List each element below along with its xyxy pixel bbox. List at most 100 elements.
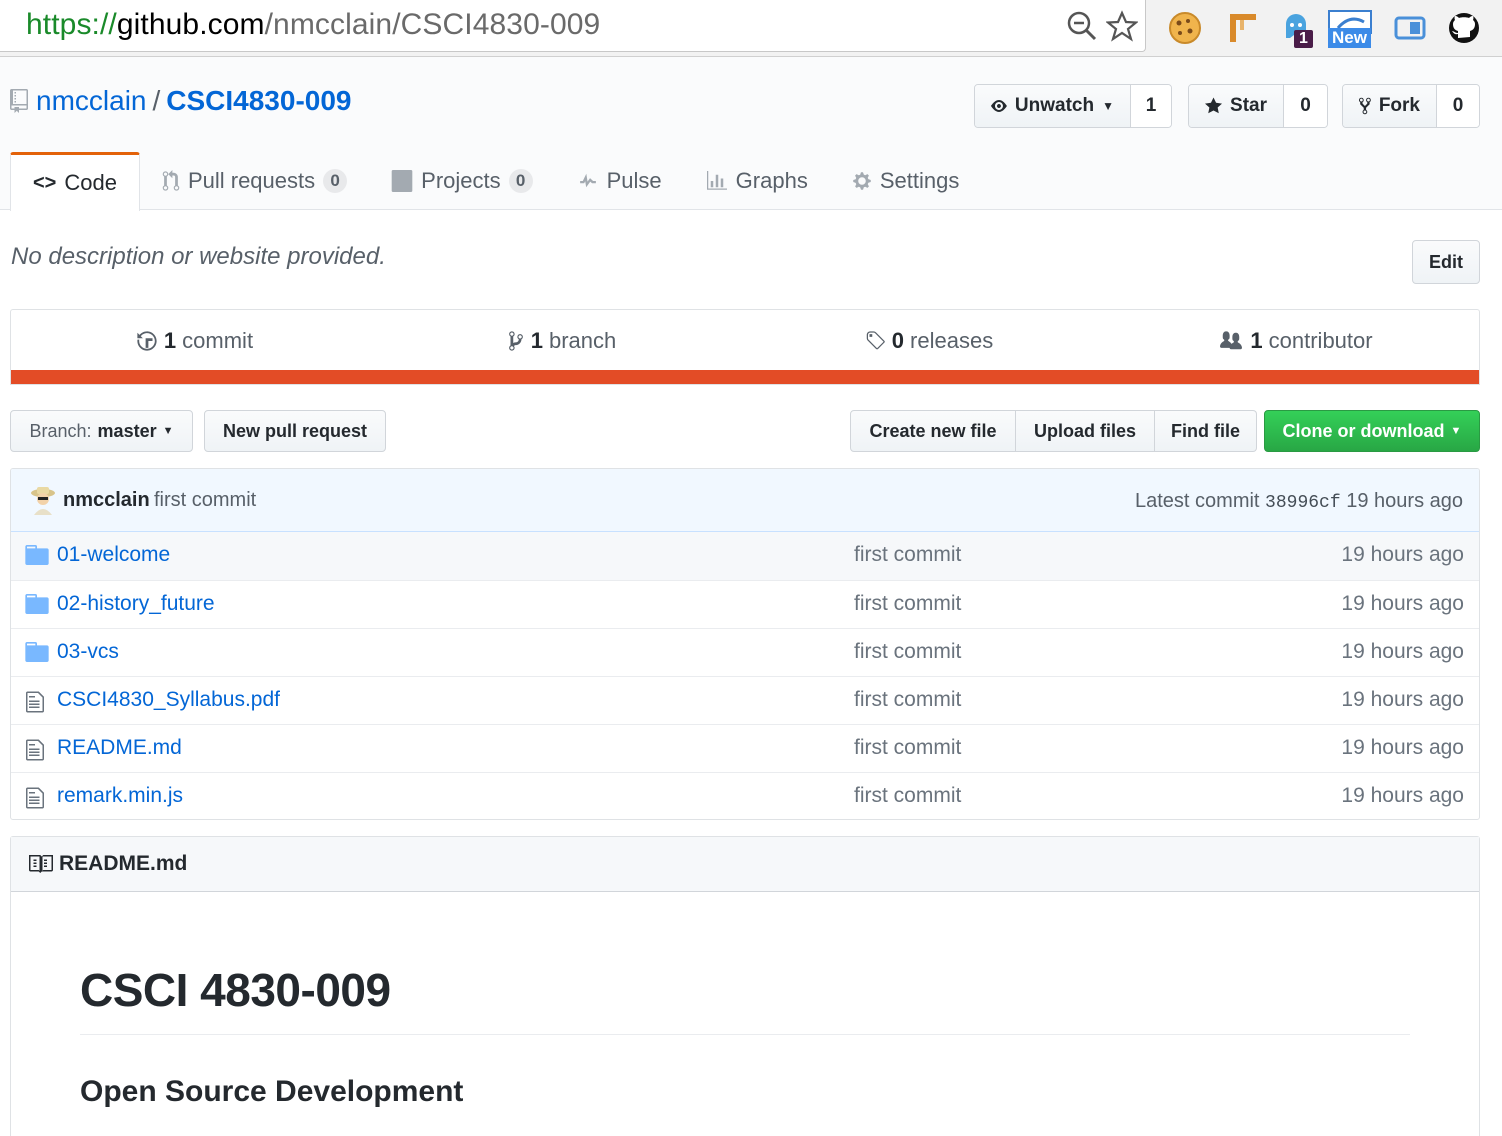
fork-group: Fork 0 <box>1342 84 1480 128</box>
file-commit-message[interactable]: first commit <box>854 543 961 567</box>
screen-extension-icon[interactable] <box>1390 8 1430 48</box>
find-file-button[interactable]: Find file <box>1155 410 1257 452</box>
upload-files-button[interactable]: Upload files <box>1016 410 1155 452</box>
tab-projects[interactable]: Projects 0 <box>369 152 554 210</box>
edit-description-button[interactable]: Edit <box>1412 240 1480 284</box>
clone-or-download-button[interactable]: Clone or download ▼ <box>1264 410 1480 452</box>
new-pull-request-button[interactable]: New pull request <box>204 410 386 452</box>
tab-pull-requests[interactable]: Pull requests 0 <box>140 152 369 210</box>
pull-requests-counter: 0 <box>323 169 348 193</box>
repo-icon <box>10 89 28 113</box>
pulse-icon <box>579 173 596 188</box>
file-commit-message[interactable]: first commit <box>854 640 961 664</box>
watchers-count[interactable]: 1 <box>1131 85 1171 127</box>
address-bar[interactable]: https://github.com/nmcclain/CSCI4830-009 <box>0 0 1146 52</box>
cookie-extension-icon[interactable] <box>1165 8 1205 48</box>
branch-name: master <box>97 420 157 441</box>
tag-icon <box>866 330 885 349</box>
table-row[interactable]: 02-history_future first commit 19 hours ag… <box>11 580 1479 628</box>
new-extension-icon[interactable]: New <box>1328 8 1378 48</box>
url-path: /nmcclain/CSCI4830-009 <box>264 8 601 41</box>
fork-button[interactable]: Fork <box>1343 85 1437 127</box>
file-icon <box>25 786 45 816</box>
url-host: github.com <box>116 8 265 41</box>
star-button[interactable]: Star <box>1189 85 1284 127</box>
projects-counter: 0 <box>508 169 533 193</box>
table-row[interactable]: remark.min.js first commit 19 hours ago <box>11 772 1479 819</box>
tab-code[interactable]: <> Code <box>10 152 140 211</box>
url-text[interactable]: https://github.com/nmcclain/CSCI4830-009 <box>26 8 600 42</box>
zoom-icon[interactable] <box>1066 10 1098 42</box>
forks-count[interactable]: 0 <box>1437 85 1479 127</box>
tab-pulse[interactable]: Pulse <box>555 152 684 210</box>
pull-request-icon <box>162 170 180 191</box>
ghostery-badge: 1 <box>1294 30 1313 48</box>
tab-settings[interactable]: Settings <box>830 152 982 210</box>
commit-message[interactable]: first commit <box>154 489 256 512</box>
file-name-link[interactable]: remark.min.js <box>57 784 183 808</box>
unwatch-button[interactable]: Unwatch ▼ <box>975 85 1131 127</box>
ghostery-extension-icon[interactable]: 1 <box>1278 8 1318 48</box>
create-new-file-button[interactable]: Create new file <box>850 410 1016 452</box>
file-commit-message[interactable]: first commit <box>854 736 961 760</box>
tab-pulse-label: Pulse <box>606 168 662 193</box>
file-list: nmcclain first commit Latest commit 3899… <box>10 468 1480 820</box>
table-row[interactable]: CSCI4830_Syllabus.pdf first commit 19 hour… <box>11 676 1479 724</box>
contributors-link[interactable]: 1 contributor <box>1112 310 1479 371</box>
url-scheme: https:// <box>26 8 117 41</box>
file-age: 19 hours ago <box>1341 640 1464 663</box>
table-row[interactable]: README.md first commit 19 hours ago <box>11 724 1479 772</box>
latest-commit-prefix: Latest commit <box>1135 490 1260 512</box>
folder-icon <box>25 545 49 571</box>
file-name-link[interactable]: 01-welcome <box>57 543 170 567</box>
commits-link[interactable]: 1 commit <box>11 310 378 371</box>
commit-tease: nmcclain first commit Latest commit 3899… <box>11 469 1479 532</box>
file-rows: 01-welcome first commit 19 hours ago 02-his… <box>11 532 1479 819</box>
avatar[interactable] <box>29 485 57 515</box>
file-commit-message[interactable]: first commit <box>854 784 961 808</box>
file-name-link[interactable]: README.md <box>57 736 182 760</box>
latest-commit: Latest commit 38996cf 19 hours ago <box>1135 490 1463 513</box>
book-icon <box>29 855 53 873</box>
language-bar[interactable] <box>11 370 1479 384</box>
file-icon <box>25 690 45 720</box>
file-commit-message[interactable]: first commit <box>854 688 961 712</box>
commit-age: 19 hours ago <box>1346 490 1463 512</box>
scrumy-extension-icon[interactable] <box>1222 8 1262 48</box>
tab-graphs[interactable]: Graphs <box>684 152 830 210</box>
branches-link[interactable]: 1 branch <box>378 310 745 371</box>
table-row[interactable]: 03-vcs first commit 19 hours ago <box>11 628 1479 676</box>
file-age: 19 hours ago <box>1341 543 1464 566</box>
clone-label: Clone or download <box>1282 420 1445 441</box>
tab-projects-label: Projects <box>421 168 501 193</box>
commit-sha[interactable]: 38996cf <box>1265 493 1341 513</box>
repo-description: No description or website provided. <box>11 243 386 270</box>
people-icon <box>1220 330 1243 349</box>
star-icon <box>1205 97 1223 114</box>
file-name-link[interactable]: CSCI4830_Syllabus.pdf <box>57 688 280 712</box>
github-extension-icon[interactable] <box>1444 8 1484 48</box>
releases-label: releases <box>910 327 994 353</box>
bookmark-star-icon[interactable] <box>1106 10 1138 42</box>
repo-owner-link[interactable]: nmcclain <box>36 85 146 116</box>
readme-heading: CSCI 4830-009 <box>80 964 391 1016</box>
file-commit-message[interactable]: first commit <box>854 592 961 616</box>
graph-icon <box>706 171 727 190</box>
releases-link[interactable]: 0 releases <box>745 310 1112 371</box>
chevron-down-icon: ▼ <box>1450 425 1462 437</box>
tab-pull-requests-label: Pull requests <box>187 168 316 193</box>
stargazers-count[interactable]: 0 <box>1284 85 1327 127</box>
repo-separator: / <box>152 85 161 116</box>
repo-nav-tabs: <> Code Pull requests 0 Projects 0 Pulse… <box>10 152 982 211</box>
branch-select-button[interactable]: Branch: master ▼ <box>10 410 193 452</box>
unwatch-label: Unwatch <box>1014 95 1095 116</box>
table-row[interactable]: 01-welcome first commit 19 hours ago <box>11 532 1479 580</box>
new-badge: New <box>1328 28 1371 48</box>
file-name-link[interactable]: 03-vcs <box>57 640 119 664</box>
star-group: Star 0 <box>1188 84 1328 128</box>
commit-author[interactable]: nmcclain <box>63 489 150 512</box>
commits-label: commit <box>182 327 254 353</box>
file-name-link[interactable]: 02-history_future <box>57 592 215 616</box>
repo-name-link[interactable]: CSCI4830-009 <box>166 85 351 116</box>
chevron-down-icon: ▼ <box>162 425 174 437</box>
